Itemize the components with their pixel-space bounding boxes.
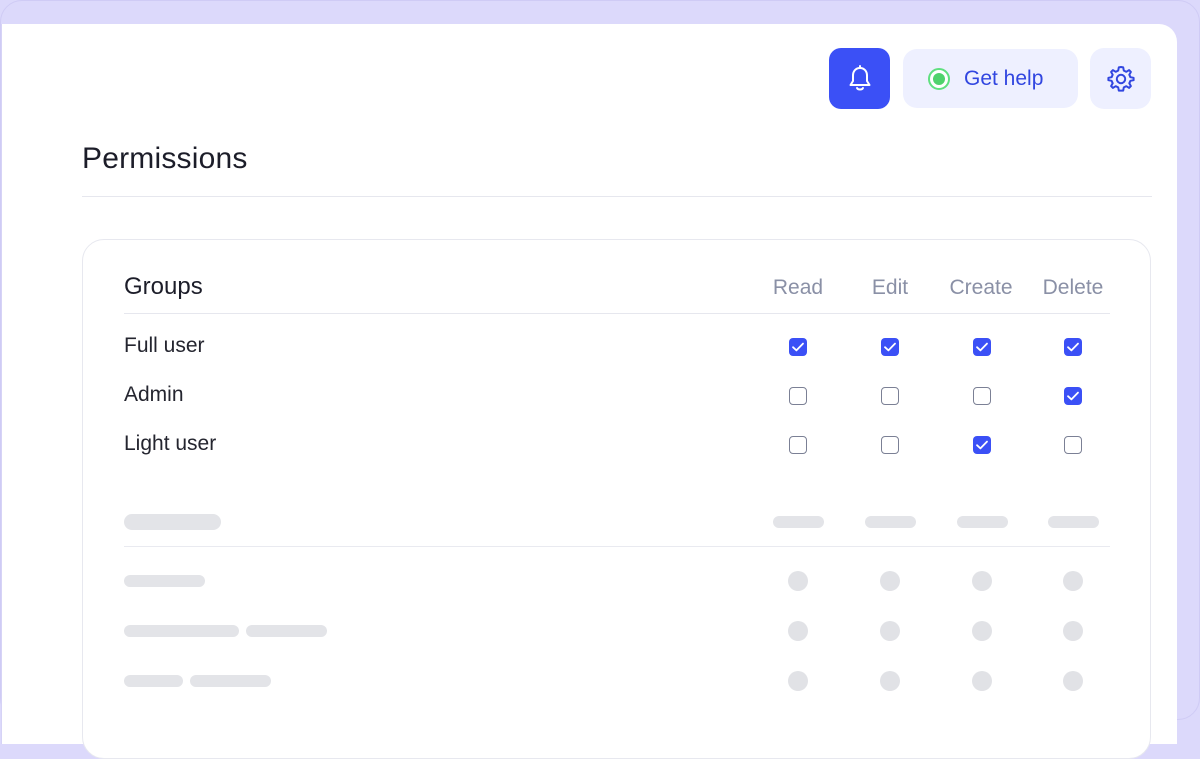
checkbox-admin-edit[interactable]: [881, 387, 899, 405]
skeleton-column-bar: [1048, 516, 1099, 528]
skeleton-dot: [1063, 671, 1083, 691]
skeleton-column-bar: [865, 516, 916, 528]
check-icon: [792, 342, 804, 352]
skeleton-dot: [880, 571, 900, 591]
skeleton-dot: [788, 671, 808, 691]
checkbox-full-user-create[interactable]: [973, 338, 991, 356]
skeleton-header-bar: [124, 514, 221, 530]
column-header-edit: Edit: [871, 276, 909, 299]
check-icon: [1067, 342, 1079, 352]
skeleton-dot: [1063, 621, 1083, 641]
skeleton-dot: [972, 571, 992, 591]
skeleton-dot: [788, 621, 808, 641]
skeleton-row-bar: [124, 575, 205, 587]
skeleton-row-bar: [190, 675, 271, 687]
row-label-light-user: Light user: [124, 432, 217, 455]
column-header-delete: Delete: [1042, 276, 1104, 299]
checkbox-full-user-read[interactable]: [789, 338, 807, 356]
skeleton-dot: [880, 671, 900, 691]
checkbox-light-user-delete[interactable]: [1064, 436, 1082, 454]
check-icon: [976, 342, 988, 352]
notifications-button[interactable]: [829, 48, 890, 109]
column-header-create: Create: [949, 276, 1013, 299]
skeleton-dot: [880, 621, 900, 641]
bell-icon: [849, 64, 870, 90]
skeleton-row-bar: [246, 625, 327, 637]
checkbox-full-user-edit[interactable]: [881, 338, 899, 356]
skeleton-column-bar: [957, 516, 1008, 528]
checkbox-admin-delete[interactable]: [1064, 387, 1082, 405]
row-label-full-user: Full user: [124, 334, 205, 357]
column-header-read: Read: [772, 276, 824, 299]
check-icon: [884, 342, 896, 352]
check-icon: [976, 440, 988, 450]
skeleton-dot: [1063, 571, 1083, 591]
title-divider: [82, 196, 1152, 197]
checkbox-admin-read[interactable]: [789, 387, 807, 405]
groups-column-header: Groups: [124, 273, 203, 300]
page-title: Permissions: [82, 142, 248, 175]
get-help-label: Get help: [964, 66, 1044, 90]
skeleton-divider: [124, 546, 1110, 547]
checkbox-light-user-edit[interactable]: [881, 436, 899, 454]
settings-button[interactable]: [1090, 48, 1151, 109]
skeleton-dot: [972, 621, 992, 641]
skeleton-dot: [972, 671, 992, 691]
checkbox-full-user-delete[interactable]: [1064, 338, 1082, 356]
status-dot-icon: [928, 67, 950, 90]
checkbox-light-user-read[interactable]: [789, 436, 807, 454]
skeleton-row-bar: [124, 675, 183, 687]
skeleton-column-bar: [773, 516, 824, 528]
header-divider: [124, 313, 1110, 314]
skeleton-dot: [788, 571, 808, 591]
check-icon: [1067, 391, 1079, 401]
gear-icon: [1106, 65, 1135, 92]
checkbox-admin-create[interactable]: [973, 387, 991, 405]
row-label-admin: Admin: [124, 383, 184, 406]
checkbox-light-user-create[interactable]: [973, 436, 991, 454]
skeleton-row-bar: [124, 625, 239, 637]
get-help-button[interactable]: Get help: [903, 49, 1078, 108]
